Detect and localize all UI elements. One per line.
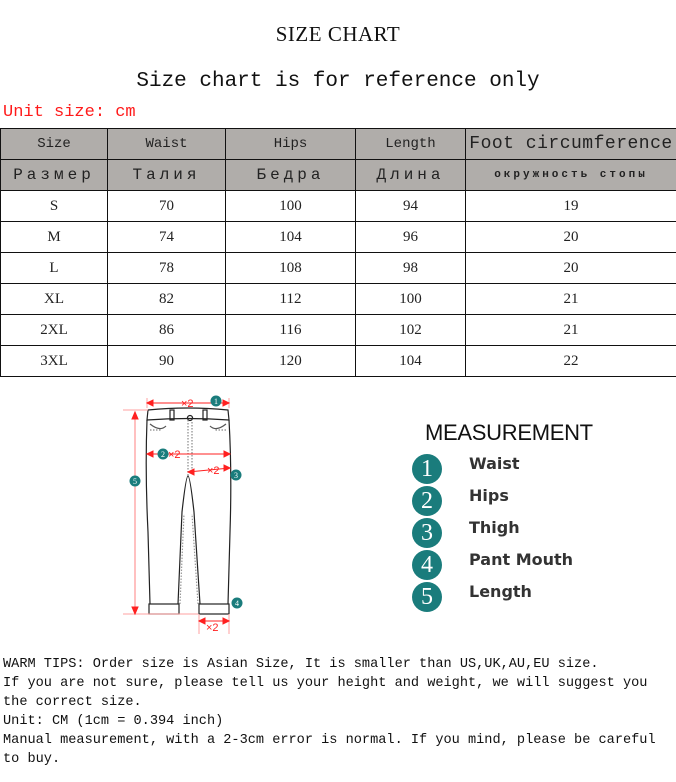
header-row-english: Size Waist Hips Length Foot circumferenc… [0,128,676,160]
cell-foot: 22 [465,345,676,377]
pants-outline [145,407,232,615]
cell-length: 100 [355,283,466,315]
cell-waist: 74 [107,221,226,253]
cell-size: XL [0,283,108,315]
table-row: S 70 100 94 19 [0,190,676,222]
cell-foot: 19 [465,190,676,222]
pant-mouth-multiplier-label: ×2 [206,622,219,634]
column-header-hips: Hips [225,128,356,160]
cell-length: 102 [355,314,466,346]
reference-note: Size chart is for reference only [136,70,540,93]
unit-note: Unit size: cm [3,103,136,122]
cell-length: 94 [355,190,466,222]
cell-size: 3XL [0,345,108,377]
column-header-foot: Foot circumference [465,128,676,160]
tip-manual-measurement: Manual measurement, with a 2-3cm error i… [3,733,656,767]
marker-2-label: 2 [161,450,165,459]
waist-multiplier-label: ×2 [181,398,194,410]
cell-hips: 120 [225,345,356,377]
number-3-icon: 3 [412,518,442,548]
cell-waist: 78 [107,252,226,284]
tip-height-weight: If you are not sure, please tell us your… [3,676,648,710]
cell-hips: 104 [225,221,356,253]
cell-hips: 100 [225,190,356,222]
legend-label: Waist [469,454,520,473]
table-row: M 74 104 96 20 [0,221,676,253]
legend-label: Thigh [469,518,520,537]
cell-length: 104 [355,345,466,377]
marker-3-label: 3 [234,471,238,480]
cell-size: S [0,190,108,222]
hips-multiplier-label: ×2 [168,449,181,461]
number-5-icon: 5 [412,582,442,612]
legend-item-length: 5 Length [412,580,632,612]
table-row: 2XL 86 116 102 21 [0,314,676,346]
header-row-russian: Размер Талия Бедра Длина окружность стоп… [0,159,676,191]
cell-length: 98 [355,252,466,284]
marker-4-label: 4 [235,599,239,608]
legend-label: Length [469,582,532,601]
legend-item-thigh: 3 Thigh [412,516,632,548]
warm-tips: WARM TIPS: Order size is Asian Size, It … [3,655,675,769]
table-row: 3XL 90 120 104 22 [0,345,676,377]
cell-waist: 70 [107,190,226,222]
legend-item-waist: 1 Waist [412,452,632,484]
cell-size: 2XL [0,314,108,346]
column-header-waist-ru: Талия [107,159,226,191]
column-header-waist: Waist [107,128,226,160]
number-2-icon: 2 [412,486,442,516]
legend-label: Pant Mouth [469,550,574,569]
cell-length: 96 [355,221,466,253]
cell-waist: 82 [107,283,226,315]
tip-asian-size: WARM TIPS: Order size is Asian Size, It … [3,657,599,672]
cell-waist: 90 [107,345,226,377]
legend-item-hips: 2 Hips [412,484,632,516]
marker-1-label: 1 [214,397,218,406]
column-header-size-ru: Размер [0,159,108,191]
measurement-title: MEASUREMENT [425,420,593,445]
column-header-length-ru: Длина [355,159,466,191]
number-4-icon: 4 [412,550,442,580]
pants-diagram: ×2 ×2 ×2 ×2 1 2 3 4 5 [123,395,243,634]
cell-waist: 86 [107,314,226,346]
tip-unit: Unit: CM (1cm = 0.394 inch) [3,714,224,729]
cell-foot: 20 [465,221,676,253]
cell-foot: 20 [465,252,676,284]
legend-label: Hips [469,486,509,505]
cell-foot: 21 [465,283,676,315]
column-header-foot-ru: окружность стопы [465,159,676,191]
measurement-lines [123,398,232,634]
thigh-multiplier-label: ×2 [207,465,220,477]
marker-5-label: 5 [133,477,137,486]
column-header-size: Size [0,128,108,160]
page-title: SIZE CHART [275,22,401,46]
legend-item-pant-mouth: 4 Pant Mouth [412,548,632,580]
cell-hips: 116 [225,314,356,346]
column-header-hips-ru: Бедра [225,159,356,191]
cell-size: L [0,252,108,284]
number-1-icon: 1 [412,454,442,484]
column-header-length: Length [355,128,466,160]
cell-foot: 21 [465,314,676,346]
table-row: L 78 108 98 20 [0,252,676,284]
cell-hips: 108 [225,252,356,284]
table-row: XL 82 112 100 21 [0,283,676,315]
cell-size: M [0,221,108,253]
cell-hips: 112 [225,283,356,315]
size-table: Size Waist Hips Length Foot circumferenc… [0,128,676,377]
